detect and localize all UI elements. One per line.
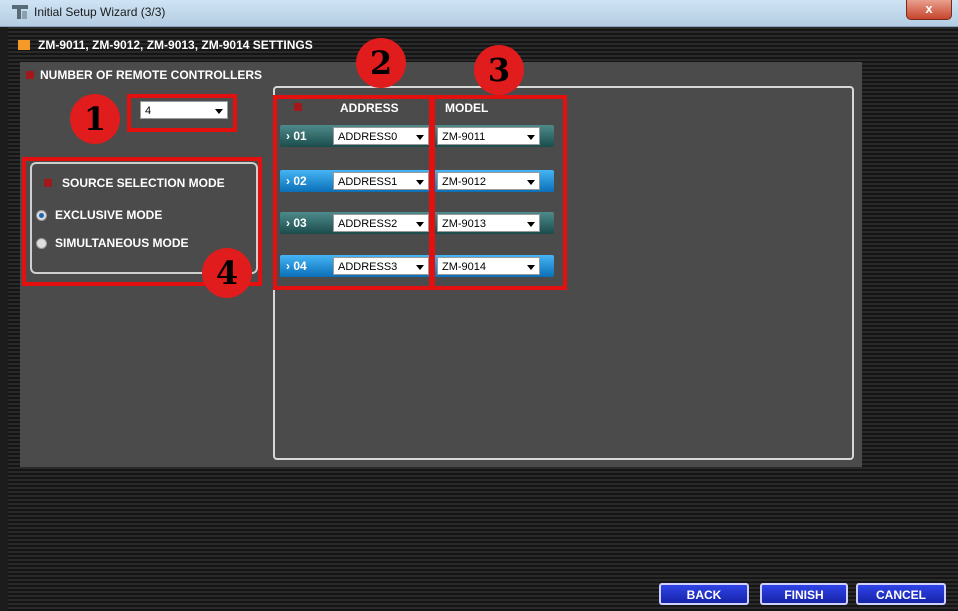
highlight-box-1 xyxy=(127,94,237,132)
cancel-button[interactable]: CANCEL xyxy=(856,583,946,605)
section-title: ZM-9011, ZM-9012, ZM-9013, ZM-9014 SETTI… xyxy=(38,38,313,52)
title-bar: Initial Setup Wizard (3/3) x xyxy=(0,0,958,27)
app-icon xyxy=(12,5,28,19)
orange-square-icon xyxy=(18,40,30,50)
highlight-box-3 xyxy=(429,95,567,290)
callout-3: 3 xyxy=(474,45,524,95)
section-heading: ZM-9011, ZM-9012, ZM-9013, ZM-9014 SETTI… xyxy=(18,38,313,52)
close-button[interactable]: x xyxy=(906,0,952,20)
remote-controllers-label-text: NUMBER OF REMOTE CONTROLLERS xyxy=(40,68,262,82)
callout-2: 2 xyxy=(356,38,406,88)
red-marker-icon xyxy=(26,71,34,79)
callout-4: 4 xyxy=(202,248,252,298)
finish-button[interactable]: FINISH xyxy=(760,583,848,605)
callout-1: 1 xyxy=(70,94,120,144)
highlight-box-2 xyxy=(273,95,435,290)
window-title: Initial Setup Wizard (3/3) xyxy=(34,5,166,19)
back-button[interactable]: BACK xyxy=(659,583,749,605)
remote-controllers-label: NUMBER OF REMOTE CONTROLLERS xyxy=(26,68,262,82)
